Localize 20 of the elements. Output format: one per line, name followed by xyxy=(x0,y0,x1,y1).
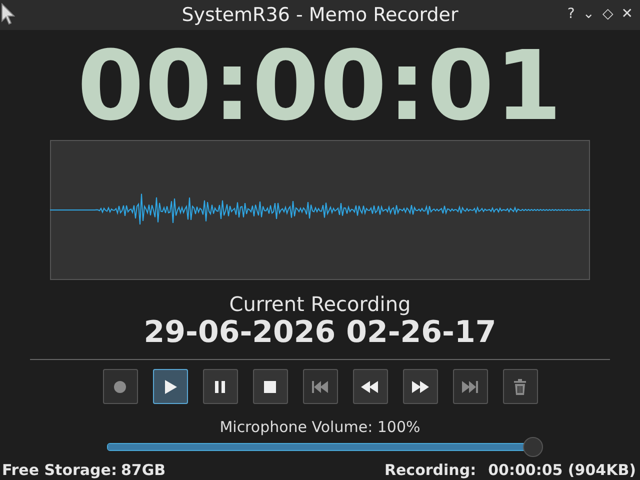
window-title: SystemR36 - Memo Recorder xyxy=(182,4,458,26)
current-recording-label: Current Recording xyxy=(229,292,411,316)
play-button[interactable] xyxy=(152,369,188,404)
stop-button[interactable] xyxy=(252,369,288,404)
slider-handle[interactable] xyxy=(523,437,543,457)
window-control-button[interactable]: ⌄ xyxy=(580,6,598,22)
recording-size-label: Recording: xyxy=(383,461,478,479)
window-control-button[interactable]: ◇ xyxy=(599,6,616,22)
recording-name: 29-06-2026 02-26-17 xyxy=(144,316,496,350)
rewind-button[interactable] xyxy=(352,369,388,404)
pause-button[interactable] xyxy=(202,369,238,404)
fast-forward-button[interactable] xyxy=(402,369,438,404)
elapsed-timer: 00:00:01 xyxy=(77,34,563,138)
storage-label: Free Storage: xyxy=(1,461,118,479)
recording-size-value: 00:00:05 (904KB) xyxy=(487,461,637,479)
cursor-icon xyxy=(1,3,15,25)
storage-value: 87GB xyxy=(120,461,167,479)
window-control-button[interactable]: ✕ xyxy=(618,6,636,22)
volume-label: Microphone Volume: 100% xyxy=(220,418,420,436)
window-control-button[interactable]: ? xyxy=(564,6,578,22)
